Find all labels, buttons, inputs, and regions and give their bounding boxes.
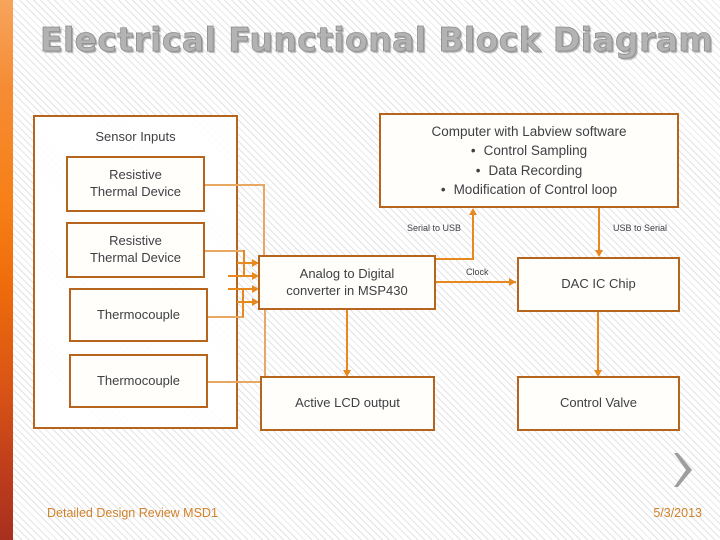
footer-date: 5/3/2013: [653, 506, 702, 520]
computer-bullet-1: • Control Sampling: [471, 141, 587, 160]
connector-adc-to-computer-h: [436, 258, 474, 260]
computer-bullet-3-text: Modification of Control loop: [453, 181, 618, 197]
edge-label-serial-to-usb: Serial to USB: [407, 223, 462, 233]
chevron-right-icon: [674, 453, 692, 487]
connector-sensor4-h: [208, 381, 266, 383]
adc-box[interactable]: Analog to Digital converter in MSP430: [258, 255, 436, 310]
computer-bullet-1-text: Control Sampling: [483, 143, 588, 159]
connector-sensor3-in: [228, 288, 253, 290]
left-accent-bar: [0, 0, 13, 540]
control-valve-label: Control Valve: [559, 395, 638, 411]
connector-adc-to-dac-h: [436, 281, 516, 283]
sensor-label-line2: Thermal Device: [89, 250, 182, 265]
connector-sensor2-in: [228, 275, 253, 277]
connector-sensor3-h: [208, 316, 244, 318]
computer-bullet-2: • Data Recording: [476, 161, 583, 180]
sensor-box-thermocouple-2[interactable]: Thermocouple: [69, 354, 208, 408]
connector-dac-to-valve-v: [597, 312, 599, 374]
footer-left-text: Detailed Design Review MSD1: [47, 506, 218, 520]
bullet-glyph: •: [470, 143, 476, 159]
adc-label-line2: converter in MSP430: [286, 282, 408, 298]
computer-headline: Computer with Labview software: [431, 124, 627, 140]
dac-box[interactable]: DAC IC Chip: [517, 257, 680, 312]
adc-label-line1: Analog to Digital: [299, 265, 395, 281]
sensor-label-line1: Resistive: [109, 167, 162, 183]
sensor-box-rtd-1[interactable]: Resistive Thermal Device: [66, 156, 205, 212]
sensor-box-rtd-2[interactable]: Resistive Thermal Device: [66, 222, 205, 278]
connector-computer-to-dac-v: [598, 208, 600, 253]
slide-canvas: Electrical Functional Block Diagram Sens…: [0, 0, 720, 540]
connector-sensor2-v: [243, 250, 245, 276]
connector-adc-to-computer-v: [472, 215, 474, 259]
computer-bullet-2-text: Data Recording: [488, 162, 583, 178]
lcd-label: Active LCD output: [295, 395, 400, 411]
lcd-output-box[interactable]: Active LCD output: [260, 376, 435, 431]
sensor-label-line1: Resistive: [109, 233, 162, 249]
arrow-computer-to-dac: [595, 250, 603, 257]
edge-label-clock: Clock: [466, 267, 489, 277]
page-title: Electrical Functional Block Diagram: [40, 20, 714, 59]
edge-label-usb-to-serial: USB to Serial: [613, 223, 668, 233]
computer-bullet-3: • Modification of Control loop: [441, 180, 617, 199]
sensor-box-thermocouple-1[interactable]: Thermocouple: [69, 288, 208, 342]
dac-label: DAC IC Chip: [561, 276, 636, 292]
arrow-adc-to-dac: [509, 278, 516, 286]
bullet-glyph: •: [475, 162, 481, 178]
computer-box[interactable]: Computer with Labview software • Control …: [379, 113, 679, 208]
sensor-label: Thermocouple: [96, 306, 181, 322]
sensor-label: Thermocouple: [96, 372, 181, 388]
control-valve-box[interactable]: Control Valve: [517, 376, 680, 431]
bullet-glyph: •: [440, 181, 446, 197]
connector-sensor4-v: [264, 301, 266, 381]
sensor-label-line2: Thermal Device: [89, 184, 182, 199]
connector-sensor1-v: [263, 184, 265, 263]
connector-sensor1-h: [205, 184, 265, 186]
connector-adc-to-lcd-v: [346, 310, 348, 374]
sensor-inputs-title: Sensor Inputs: [95, 129, 176, 144]
arrow-adc-to-computer: [469, 208, 477, 215]
connector-sensor2-h: [205, 250, 245, 252]
